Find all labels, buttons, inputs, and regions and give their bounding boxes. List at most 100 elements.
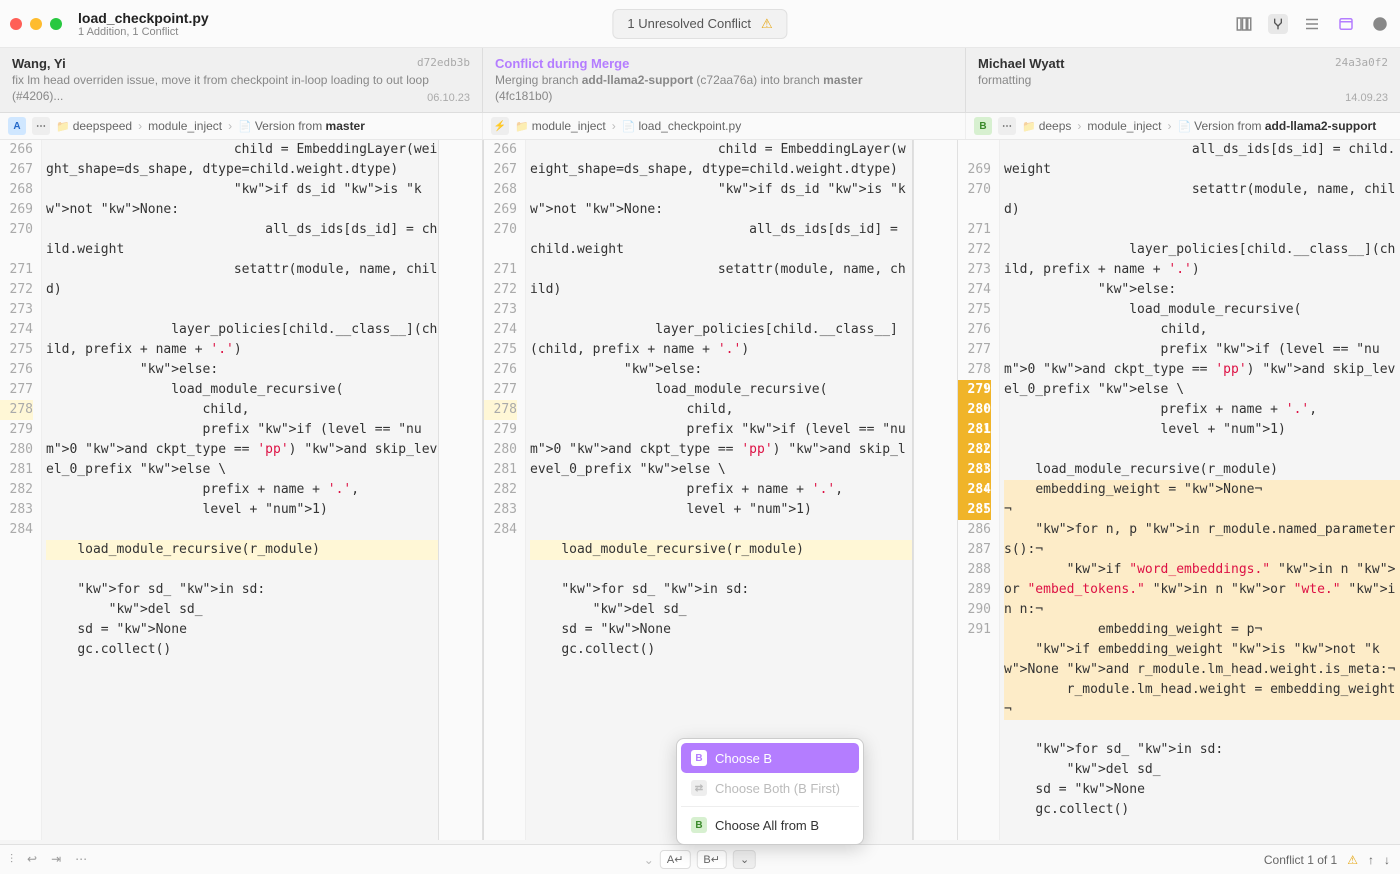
view-merge-icon[interactable] xyxy=(1268,14,1288,34)
pane-result[interactable]: 2662672682692702712722732742752762772782… xyxy=(483,140,913,840)
code-line[interactable]: ¬ xyxy=(1004,500,1400,520)
whitespace-icon[interactable]: ⋯ xyxy=(75,852,87,867)
code-line[interactable]: "kw">del sd_ xyxy=(530,600,912,620)
code-line[interactable]: setattr(module, name, child) xyxy=(530,260,912,300)
code-line[interactable] xyxy=(530,660,912,680)
code-line[interactable]: load_module_recursive(r_module) xyxy=(1004,460,1400,480)
prev-conflict-icon[interactable]: ↑ xyxy=(1368,853,1374,867)
code-line[interactable] xyxy=(530,520,912,540)
maximize-window[interactable] xyxy=(50,18,62,30)
code-line[interactable]: "kw">else: xyxy=(530,360,912,380)
conflict-banner[interactable]: 1 Unresolved Conflict ⚠︎ xyxy=(612,9,787,39)
code-line[interactable]: "kw">if ds_id "kw">is "kw">not "kw">None… xyxy=(46,180,438,220)
code-line[interactable]: all_ds_ids[ds_id] = child.weight xyxy=(530,220,912,260)
code-line[interactable]: embedding_weight = "kw">None¬ xyxy=(1004,480,1400,500)
code-line[interactable]: sd = "kw">None xyxy=(1004,780,1400,800)
code-line[interactable] xyxy=(46,300,438,320)
choose-b[interactable]: B Choose B xyxy=(681,743,859,773)
breadcrumb-a[interactable]: A ⋯ deepspeed › module_inject › Version … xyxy=(0,113,483,139)
bc-sep: › xyxy=(612,119,616,133)
code-line[interactable]: "kw">for n, p "kw">in r_module.named_par… xyxy=(1004,520,1400,560)
badge-expand-a[interactable]: ⋯ xyxy=(32,117,50,135)
code-line[interactable]: layer_policies[child.__class__](child, p… xyxy=(1004,240,1400,280)
code-line[interactable] xyxy=(530,560,912,580)
pane-b[interactable]: 269270271272273274275276277278279!280!28… xyxy=(958,140,1400,840)
code-line[interactable]: prefix "kw">if (level == "num">0 "kw">an… xyxy=(1004,340,1400,400)
code-line[interactable] xyxy=(1004,440,1400,460)
code-line[interactable]: "kw">for sd_ "kw">in sd: xyxy=(530,580,912,600)
close-window[interactable] xyxy=(10,18,22,30)
code-line[interactable]: child, xyxy=(46,400,438,420)
code-line[interactable]: "kw">del sd_ xyxy=(1004,760,1400,780)
code-line[interactable] xyxy=(1004,820,1400,840)
code-line[interactable]: setattr(module, name, child) xyxy=(1004,180,1400,220)
indent-icon[interactable]: ⇥ xyxy=(51,852,61,867)
code-line[interactable]: all_ds_ids[ds_id] = child.weight xyxy=(46,220,438,260)
code-line[interactable] xyxy=(1004,720,1400,740)
code-line[interactable]: r_module.lm_head.weight = embedding_weig… xyxy=(1004,680,1400,720)
code-line[interactable]: prefix + name + '.', xyxy=(530,480,912,500)
choose-both-b-first[interactable]: ⇄ Choose Both (B First) xyxy=(681,773,859,803)
code-line[interactable] xyxy=(1004,220,1400,240)
gutter-merge-a[interactable] xyxy=(438,140,483,840)
code-line[interactable]: "kw">if "word_embeddings." "kw">in n "kw… xyxy=(1004,560,1400,620)
filter-icon[interactable]: ⫶ xyxy=(10,852,13,867)
code-line[interactable]: child = EmbeddingLayer(weight_shape=ds_s… xyxy=(530,140,912,180)
code-line[interactable]: "kw">else: xyxy=(46,360,438,380)
pane-a[interactable]: 2662672682692702712722732742752762772782… xyxy=(0,140,438,840)
code-line[interactable]: level + "num">1) xyxy=(530,500,912,520)
code-line[interactable]: "kw">for sd_ "kw">in sd: xyxy=(1004,740,1400,760)
gutter-merge-b[interactable] xyxy=(913,140,958,840)
code-line[interactable]: load_module_recursive( xyxy=(46,380,438,400)
apply-a-chip[interactable]: A↵ xyxy=(660,850,691,869)
code-line[interactable]: load_module_recursive( xyxy=(530,380,912,400)
code-line[interactable]: load_module_recursive(r_module) xyxy=(46,540,438,560)
wrap-icon[interactable]: ↩ xyxy=(27,852,37,867)
view-columns-icon[interactable] xyxy=(1234,14,1254,34)
code-line[interactable]: "kw">if ds_id "kw">is "kw">not "kw">None… xyxy=(530,180,912,220)
code-line[interactable]: gc.collect() xyxy=(530,640,912,660)
code-line[interactable]: "kw">if embedding_weight "kw">is "kw">no… xyxy=(1004,640,1400,680)
breadcrumb-b[interactable]: B ⋯ deeps › module_inject › Version from… xyxy=(966,113,1400,139)
code-line[interactable]: prefix "kw">if (level == "num">0 "kw">an… xyxy=(46,420,438,480)
code-line[interactable] xyxy=(530,300,912,320)
badge-expand-b[interactable]: ⋯ xyxy=(998,117,1016,135)
next-chip[interactable]: ⌄ xyxy=(733,850,756,869)
minimize-window[interactable] xyxy=(30,18,42,30)
code-line[interactable]: "kw">else: xyxy=(1004,280,1400,300)
code-line[interactable] xyxy=(46,520,438,540)
list-icon[interactable] xyxy=(1302,14,1322,34)
code-line[interactable]: setattr(module, name, child) xyxy=(46,260,438,300)
apply-b-chip[interactable]: B↵ xyxy=(696,850,727,869)
code-line[interactable]: all_ds_ids[ds_id] = child.weight xyxy=(1004,140,1400,180)
code-line[interactable]: level + "num">1) xyxy=(46,500,438,520)
code-line[interactable] xyxy=(46,660,438,680)
code-line[interactable]: load_module_recursive(r_module) xyxy=(530,540,912,560)
code-line[interactable]: prefix + name + '.', xyxy=(1004,400,1400,420)
code-line[interactable]: level + "num">1) xyxy=(1004,420,1400,440)
choose-all-from-b[interactable]: B Choose All from B xyxy=(681,810,859,840)
code-line[interactable]: layer_policies[child.__class__](child, p… xyxy=(530,320,912,360)
breadcrumb-mid[interactable]: ⚡ module_inject › load_checkpoint.py xyxy=(483,113,966,139)
code-line[interactable]: "kw">del sd_ xyxy=(46,600,438,620)
line-number: 284 xyxy=(484,520,517,540)
code-line[interactable]: gc.collect() xyxy=(1004,800,1400,820)
info-icon[interactable] xyxy=(1370,14,1390,34)
hash-b: 24a3a0f2 xyxy=(1335,56,1388,69)
code-line[interactable] xyxy=(46,560,438,580)
code-line[interactable]: child = EmbeddingLayer(weight_shape=ds_s… xyxy=(46,140,438,180)
code-line[interactable]: "kw">for sd_ "kw">in sd: xyxy=(46,580,438,600)
next-conflict-icon[interactable]: ↓ xyxy=(1384,853,1390,867)
code-line[interactable]: prefix + name + '.', xyxy=(46,480,438,500)
code-line[interactable]: sd = "kw">None xyxy=(46,620,438,640)
code-line[interactable]: child, xyxy=(530,400,912,420)
window-icon[interactable] xyxy=(1336,14,1356,34)
chevron-down-icon[interactable]: ⌄ xyxy=(644,853,654,867)
code-line[interactable]: load_module_recursive( xyxy=(1004,300,1400,320)
code-line[interactable]: child, xyxy=(1004,320,1400,340)
code-line[interactable]: sd = "kw">None xyxy=(530,620,912,640)
code-line[interactable]: gc.collect() xyxy=(46,640,438,660)
code-line[interactable]: prefix "kw">if (level == "num">0 "kw">an… xyxy=(530,420,912,480)
code-line[interactable]: layer_policies[child.__class__](child, p… xyxy=(46,320,438,360)
code-line[interactable]: embedding_weight = p¬ xyxy=(1004,620,1400,640)
